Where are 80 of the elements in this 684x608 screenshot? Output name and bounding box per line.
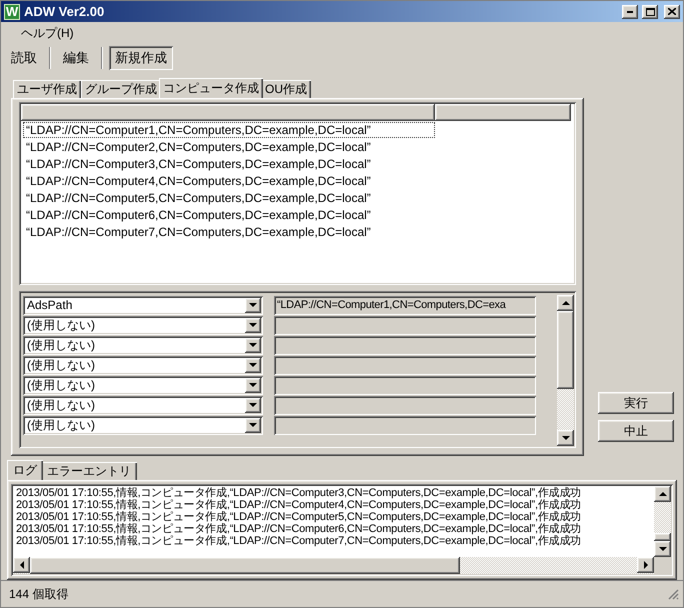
log-line: 2013/05/01 17:10:55,情報,コンピュータ作成,“LDAP://CN=Computer6,CN=Computers,DC=example,DC=local”,作成成功	[16, 523, 582, 535]
down-arrow-icon	[658, 547, 666, 551]
attribute-dropdown[interactable]: (使用しない)	[23, 416, 263, 434]
attribute-dropdown[interactable]: (使用しない)	[23, 336, 263, 354]
dropdown-button[interactable]	[245, 398, 261, 412]
scroll-down-button[interactable]	[654, 541, 671, 557]
status-text: 144 個取得	[9, 586, 68, 602]
dropdown-button[interactable]	[245, 318, 261, 332]
tab[interactable]: グループ作成	[81, 80, 161, 98]
tab[interactable]: OU作成	[261, 80, 311, 98]
value-field[interactable]: “LDAP://CN=Computer1,CN=Computers,DC=exa	[274, 296, 536, 314]
tab[interactable]: ユーザ作成	[13, 80, 81, 98]
value-field[interactable]	[274, 416, 536, 434]
scroll-up-button[interactable]	[654, 486, 671, 502]
action-button[interactable]: 中止	[598, 420, 674, 442]
attribute-dropdown[interactable]: (使用しない)	[23, 376, 263, 394]
close-icon	[668, 8, 676, 15]
down-arrow-icon	[249, 323, 257, 327]
close-button[interactable]	[664, 4, 680, 18]
attribute-dropdown[interactable]: (使用しない)	[23, 356, 263, 374]
log-line: 2013/05/01 17:10:55,情報,コンピュータ作成,“LDAP://CN=Computer7,CN=Computers,DC=example,DC=local”,作成成功	[16, 535, 582, 547]
tab[interactable]: エラーエントリ	[41, 462, 137, 480]
toolbar-tab[interactable]: 新規作成	[109, 46, 173, 70]
down-arrow-icon	[249, 363, 257, 367]
down-arrow-icon	[249, 303, 257, 307]
value-field[interactable]	[274, 376, 536, 394]
attribute-dropdown[interactable]: (使用しない)	[23, 316, 263, 334]
scroll-up-button[interactable]	[557, 295, 574, 311]
scroll-down-button[interactable]	[557, 430, 574, 446]
minimize-icon	[627, 10, 633, 12]
down-arrow-icon	[562, 436, 570, 440]
scroll-thumb[interactable]	[557, 311, 574, 389]
app-icon: W	[4, 4, 20, 20]
list-item[interactable]: “LDAP://CN=Computer2,CN=Computers,DC=example,DC=local”	[23, 139, 435, 155]
log-line: 2013/05/01 17:10:55,情報,コンピュータ作成,“LDAP://CN=Computer3,CN=Computers,DC=example,DC=local”,作成成功	[16, 487, 582, 499]
log-line: 2013/05/01 17:10:55,情報,コンピュータ作成,“LDAP://CN=Computer5,CN=Computers,DC=example,DC=local”,作成成功	[16, 511, 582, 523]
dropdown-button[interactable]	[245, 338, 261, 352]
list-item[interactable]: “LDAP://CN=Computer3,CN=Computers,DC=example,DC=local”	[23, 156, 435, 172]
attribute-dropdown[interactable]: AdsPath	[23, 296, 263, 314]
up-arrow-icon	[562, 301, 570, 305]
right-arrow-icon	[644, 561, 648, 569]
attribute-dropdown[interactable]: (使用しない)	[23, 396, 263, 414]
down-arrow-icon	[249, 343, 257, 347]
list-item[interactable]: “LDAP://CN=Computer7,CN=Computers,DC=example,DC=local”	[23, 224, 435, 240]
down-arrow-icon	[249, 423, 257, 427]
horizontal-scrollbar[interactable]	[13, 557, 671, 574]
column-header[interactable]	[21, 104, 435, 121]
action-button[interactable]: 実行	[598, 392, 674, 414]
value-field[interactable]	[274, 396, 536, 414]
list-item[interactable]: “LDAP://CN=Computer6,CN=Computers,DC=example,DC=local”	[23, 207, 435, 223]
value-field[interactable]	[274, 336, 536, 354]
log-line: 2013/05/01 17:10:55,情報,コンピュータ作成,“LDAP://CN=Computer4,CN=Computers,DC=example,DC=local”,作成成功	[16, 499, 582, 511]
scroll-left-button[interactable]	[13, 557, 30, 573]
tab[interactable]: コンピュータ作成	[159, 78, 263, 98]
tab[interactable]: ログ	[7, 460, 43, 480]
dropdown-button[interactable]	[245, 378, 261, 392]
down-arrow-icon	[249, 383, 257, 387]
left-arrow-icon	[20, 561, 24, 569]
dropdown-button[interactable]	[245, 298, 261, 312]
value-field[interactable]	[274, 356, 536, 374]
scroll-thumb[interactable]	[654, 533, 671, 541]
list-item[interactable]: “LDAP://CN=Computer1,CN=Computers,DC=example,DC=local”	[23, 122, 435, 138]
value-field[interactable]	[274, 316, 536, 334]
resize-grip-icon	[668, 588, 679, 600]
list-item[interactable]: “LDAP://CN=Computer4,CN=Computers,DC=example,DC=local”	[23, 173, 435, 189]
column-header[interactable]	[435, 104, 571, 121]
list-item[interactable]: “LDAP://CN=Computer5,CN=Computers,DC=example,DC=local”	[23, 190, 435, 206]
maximize-icon	[646, 8, 654, 16]
vertical-scrollbar[interactable]	[557, 295, 574, 446]
vertical-scrollbar[interactable]	[654, 486, 671, 557]
window-title: ADW Ver2.00	[24, 4, 106, 19]
scroll-thumb[interactable]	[30, 557, 460, 574]
dropdown-button[interactable]	[245, 358, 261, 372]
down-arrow-icon	[249, 403, 257, 407]
menu-item[interactable]: ヘルプ(H)	[15, 22, 80, 44]
dropdown-button[interactable]	[245, 418, 261, 432]
maximize-button[interactable]	[642, 4, 658, 18]
up-arrow-icon	[658, 492, 666, 496]
minimize-button[interactable]	[622, 4, 638, 18]
scroll-right-button[interactable]	[637, 557, 654, 573]
